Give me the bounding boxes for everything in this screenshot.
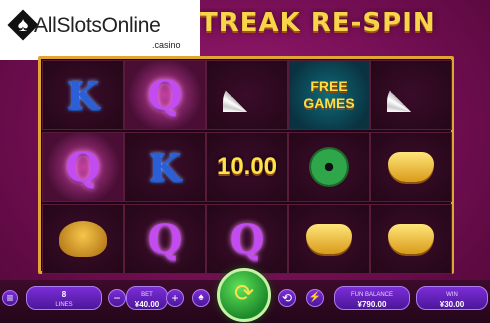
win-label: WIN xyxy=(446,292,458,298)
fan-icon xyxy=(387,78,435,112)
menu-icon[interactable]: ≡ xyxy=(2,290,18,306)
reel-cell xyxy=(288,132,370,202)
spin-button[interactable]: ⟳ xyxy=(217,268,271,322)
gold-ingot-icon xyxy=(388,224,434,254)
lines-button[interactable]: 8 LINES xyxy=(26,286,102,310)
reel-cell: Q xyxy=(124,60,206,130)
gold-ingot-icon xyxy=(306,224,352,254)
logo-text: AllSlotsOnline xyxy=(34,14,161,37)
fan-icon xyxy=(223,78,271,112)
reel-cell: 10.00 xyxy=(206,132,288,202)
symbol-k: K xyxy=(148,144,182,190)
reel-cell: FREE GAMES xyxy=(288,60,370,130)
logo: ♠ AllSlotsOnline .casino xyxy=(0,0,200,60)
reel-cell: Q xyxy=(206,204,288,274)
win-value: ¥30.00 xyxy=(439,300,465,309)
balance-label: FUN BALANCE xyxy=(350,292,393,298)
bet-value: ¥40.00 xyxy=(134,300,160,309)
autoplay-icon[interactable]: ⟲ xyxy=(278,289,296,307)
symbol-cash-value: 10.00 xyxy=(216,153,278,180)
reel-cell xyxy=(288,204,370,274)
info-icon[interactable]: ♠ xyxy=(192,289,210,307)
reel-cell xyxy=(206,60,288,130)
symbol-q: Q xyxy=(65,143,101,191)
bet-minus-button[interactable]: − xyxy=(108,289,126,307)
reel-cell: Q xyxy=(42,132,124,202)
symbol-k: K xyxy=(66,72,100,118)
jade-coin-icon xyxy=(311,149,347,185)
bet-plus-button[interactable]: + xyxy=(166,289,184,307)
logo-spade-icon: ♠ xyxy=(17,14,29,36)
reel-cell xyxy=(42,204,124,274)
lines-label: LINES xyxy=(55,302,73,308)
symbol-q: Q xyxy=(147,215,183,263)
game-title: TREAK RE-SPIN xyxy=(200,8,436,38)
reel-cell xyxy=(370,60,452,130)
reel-grid: K Q FREE GAMES Q K 10.00 Q Q xyxy=(38,56,454,274)
balance-value: ¥790.00 xyxy=(357,300,387,309)
reel-cell: Q xyxy=(124,204,206,274)
bet-display: BET ¥40.00 xyxy=(126,286,168,310)
symbol-q: Q xyxy=(147,71,183,119)
reel-cell: K xyxy=(124,132,206,202)
symbol-q: Q xyxy=(229,215,265,263)
reel-cell xyxy=(370,204,452,274)
gold-ingot-icon xyxy=(388,152,434,182)
logo-subtext: .casino xyxy=(152,40,181,50)
symbol-free-games: FREE GAMES xyxy=(303,78,355,111)
balance-display: FUN BALANCE ¥790.00 xyxy=(334,286,410,310)
bet-label: BET xyxy=(141,292,153,298)
lines-value: 8 xyxy=(61,290,67,299)
reel-cell xyxy=(370,132,452,202)
reel-cell: K xyxy=(42,60,124,130)
win-display: WIN ¥30.00 xyxy=(416,286,488,310)
turbo-icon[interactable]: ⚡ xyxy=(306,289,324,307)
golden-turtle-icon xyxy=(59,221,107,257)
